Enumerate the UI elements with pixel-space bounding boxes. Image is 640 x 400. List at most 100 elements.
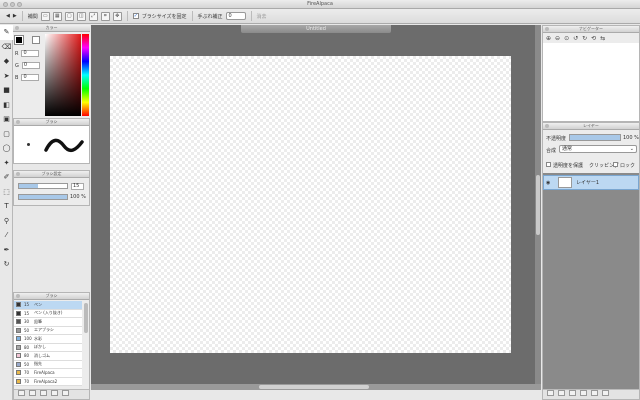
panel-close-icon[interactable] [545, 27, 549, 31]
bucket-tool-icon[interactable]: ■ [0, 83, 13, 98]
eraser-tool-icon[interactable]: ⌫ [0, 40, 13, 55]
rotate-right-icon[interactable]: ↻ [582, 35, 587, 42]
zoom-tool-icon[interactable]: ⚲ [0, 214, 13, 229]
merge-layer-icon[interactable] [591, 390, 598, 396]
eyedropper-tool-icon[interactable]: ⁄ [0, 228, 13, 243]
brush-list-item[interactable]: 70 FireAlpaca2 [14, 377, 82, 386]
pen-tool-icon[interactable]: ✎ [0, 25, 13, 40]
brush-size-lock-checkbox[interactable]: ✓ [132, 13, 139, 19]
brush-list-item[interactable]: 15 ペン [14, 301, 82, 310]
zoom-fit-icon[interactable]: ⊙ [564, 35, 569, 42]
brush-list-item[interactable]: 15 ペン (入り抜き) [14, 309, 82, 318]
transform-icon[interactable]: ⤢ [88, 11, 98, 21]
magic-wand-tool-icon[interactable]: ✦ [0, 156, 13, 171]
new-8bit-layer-icon[interactable] [558, 390, 565, 396]
duplicate-brush-icon[interactable] [29, 390, 36, 396]
select-tool-icon[interactable]: ▢ [0, 127, 13, 142]
saturation-value-picker[interactable] [45, 34, 81, 116]
horizontal-scroll-thumb[interactable] [259, 385, 369, 389]
protect-alpha-checkbox[interactable] [546, 162, 551, 167]
select-all-icon[interactable]: ▦ [52, 11, 62, 21]
panel-close-icon[interactable] [16, 172, 20, 176]
brush-name: ペン [34, 301, 42, 307]
close-window-button[interactable] [3, 2, 8, 7]
select-pen-tool-icon[interactable]: ✐ [0, 170, 13, 185]
drawing-canvas[interactable] [110, 56, 511, 353]
brush-list-item[interactable]: 70 FireAlpaca [14, 369, 82, 378]
brush-settings-icon[interactable] [51, 390, 58, 396]
r-input[interactable]: 0 [21, 50, 40, 57]
brush-list-item[interactable]: 100 水彩 [14, 335, 82, 344]
select-eraser-tool-icon[interactable]: ⬚ [0, 185, 13, 200]
canvas-vertical-scrollbar[interactable] [535, 25, 541, 390]
move-tool-icon[interactable]: ➤ [0, 69, 13, 84]
zoom-window-button[interactable] [17, 2, 22, 7]
brush-control-header: ブラシ設定 [14, 171, 89, 178]
brush-size-slider[interactable] [18, 183, 68, 189]
rotate-left-icon[interactable]: ↺ [573, 35, 578, 42]
brush-folder-icon[interactable] [40, 390, 47, 396]
deselect-icon[interactable]: ▢ [64, 11, 74, 21]
eye-icon[interactable]: ◉ [546, 180, 554, 186]
shape-tool-icon[interactable]: ▣ [0, 112, 13, 127]
zoom-in-icon[interactable]: ⊕ [546, 35, 551, 42]
redo-icon[interactable]: ▶ [13, 13, 17, 19]
brush-preview-panel: ブラシ [13, 118, 90, 164]
duplicate-layer-icon[interactable] [580, 390, 587, 396]
brush-list-item[interactable]: 50 エアブラシ [14, 326, 82, 335]
brush-icon [16, 319, 21, 325]
panel-close-icon[interactable] [16, 294, 20, 298]
new-brush-icon[interactable] [18, 390, 25, 396]
document-tab[interactable]: Untitled [241, 25, 391, 33]
flip-horizontal-icon[interactable]: ⇆ [600, 35, 605, 42]
stabilizer-select[interactable]: 0 [225, 12, 246, 20]
brush-dot-preview [27, 143, 30, 146]
brush-opacity-slider[interactable] [18, 194, 68, 200]
zoom-out-icon[interactable]: ⊖ [555, 35, 560, 42]
clear-button[interactable]: 消去 [257, 13, 267, 20]
brush-size-input[interactable]: 15 [71, 183, 84, 190]
brush-control-panel: ブラシ設定 15 100 % [13, 170, 90, 206]
layer-settings: 不透明度 100 % 合成 通常 ⌄ 透明度を保護 クリッピング ロック [543, 130, 639, 173]
brush-list-scroll-thumb[interactable] [84, 303, 88, 333]
crop-icon[interactable]: ⌗ [100, 11, 110, 21]
invert-selection-icon[interactable]: ◫ [76, 11, 86, 21]
dot-pen-tool-icon[interactable]: ✒ [0, 243, 13, 258]
panel-close-icon[interactable] [16, 120, 20, 124]
fill-tool-icon[interactable]: ◆ [0, 54, 13, 69]
delete-layer-icon[interactable] [602, 390, 609, 396]
brush-size: 100 [24, 336, 32, 342]
layer-opacity-value: 100 % [623, 135, 639, 141]
brush-list-item[interactable]: 50 指先 [14, 360, 82, 369]
undo-icon[interactable]: ◀ [6, 13, 10, 19]
lock-checkbox[interactable] [613, 162, 618, 167]
panel-close-icon[interactable] [15, 26, 19, 30]
canvas-horizontal-scrollbar[interactable] [91, 384, 541, 390]
delete-brush-icon[interactable] [62, 390, 69, 396]
new-layer-icon[interactable] [547, 390, 554, 396]
fill-rect-icon[interactable]: ▭ [40, 11, 50, 21]
text-tool-icon[interactable]: T [0, 199, 13, 214]
brush-list-item[interactable]: 80 ぼかし [14, 343, 82, 352]
color-panel: カラー R 0 G 0 B 0 [13, 25, 90, 118]
brush-list-item[interactable]: 30 鉛筆 [14, 318, 82, 327]
secondary-color-swatch[interactable] [32, 36, 40, 44]
navigator-preview[interactable] [543, 43, 639, 121]
g-input[interactable]: 0 [21, 62, 40, 69]
b-input[interactable]: 0 [21, 74, 40, 81]
reset-rotation-icon[interactable]: ⟲ [591, 35, 596, 42]
minimize-window-button[interactable] [10, 2, 15, 7]
new-folder-icon[interactable] [569, 390, 576, 396]
brush-list-item[interactable]: 80 消しゴム [14, 352, 82, 361]
gradient-tool-icon[interactable]: ◧ [0, 98, 13, 113]
rotate-tool-icon[interactable]: ↻ [0, 257, 13, 272]
vertical-scroll-thumb[interactable] [536, 175, 540, 235]
lasso-tool-icon[interactable]: ◯ [0, 141, 13, 156]
hue-slider[interactable] [82, 34, 89, 116]
layer-row[interactable]: ◉ レイヤー1 [543, 175, 639, 190]
snap-icon[interactable]: ✥ [112, 11, 122, 21]
blend-mode-select[interactable]: 通常 ⌄ [559, 145, 637, 153]
primary-color-swatch[interactable] [15, 36, 23, 44]
panel-close-icon[interactable] [545, 124, 549, 128]
layer-opacity-slider[interactable] [569, 134, 621, 141]
